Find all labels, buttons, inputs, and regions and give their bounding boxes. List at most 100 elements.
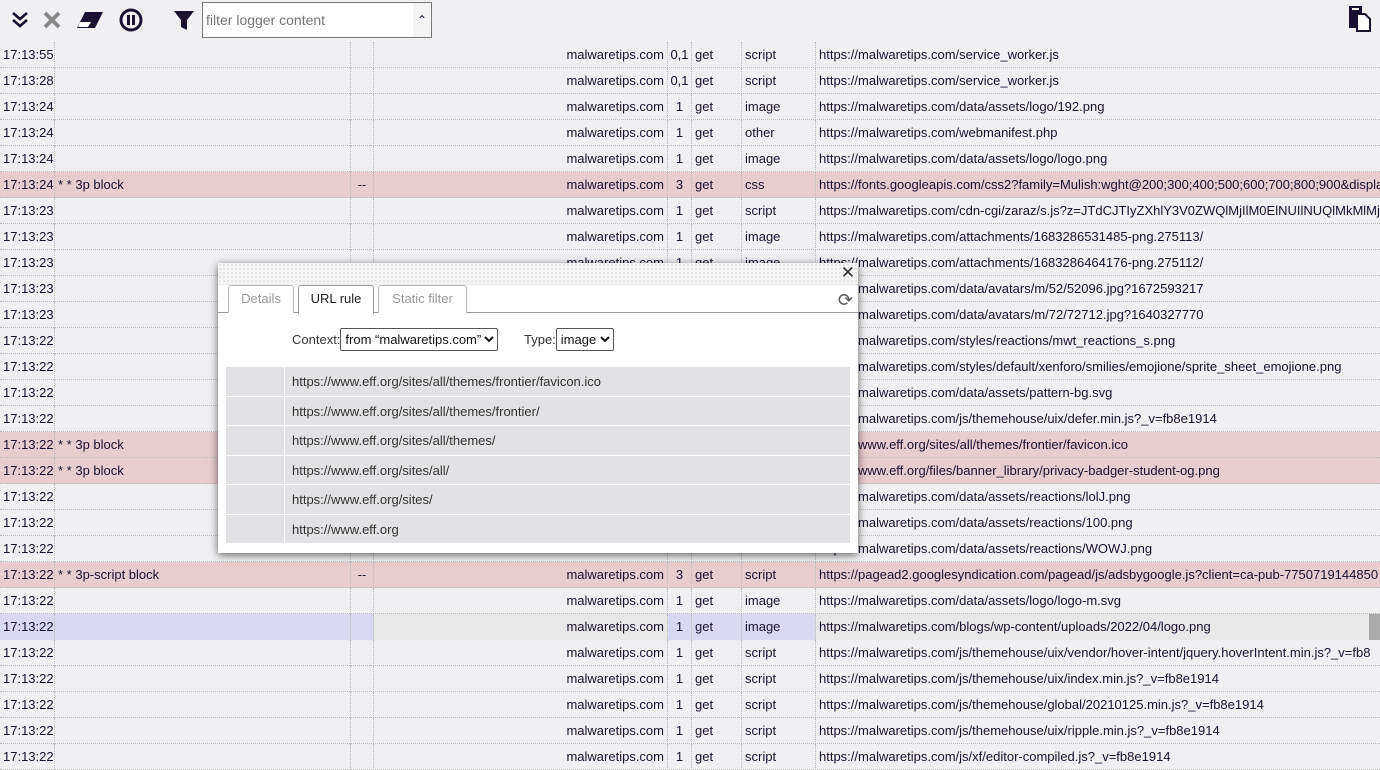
dialog-drag-handle[interactable]: ✕ [218, 263, 858, 285]
filter-input-box: ⌃ [202, 2, 432, 38]
filter-funnel-icon[interactable] [170, 6, 198, 34]
table-row[interactable]: 17:13:23 malwaretips.com1getimagehttps://… [0, 224, 1380, 250]
rule-action-cell[interactable] [226, 367, 285, 396]
cell-url: https://www.eff.org/files/banner_library… [819, 463, 1220, 478]
table-row[interactable]: 17:13:22 malwaretips.com 1 get script https:/… [0, 718, 1380, 744]
cell-list [351, 198, 374, 224]
cell-method: get [692, 744, 742, 770]
table-row[interactable]: 17:13:55 malwaretips.com 0,1 get script https… [0, 42, 1380, 68]
type-select[interactable]: image [555, 328, 614, 351]
clipboard-copy-icon[interactable] [1346, 4, 1374, 32]
cell-filter [55, 692, 351, 718]
rule-url[interactable]: https://www.eff.org/sites/all/ [285, 456, 850, 485]
tab-static-filter[interactable]: Static filter [378, 285, 467, 313]
cell-time: 17:13:22 [0, 666, 55, 692]
table-row[interactable]: 17:13:24 * * 3p block -- malwaretips.com 3 ge… [0, 172, 1380, 198]
table-row[interactable]: 17:13:24 malwaretips.com 1 get other https://… [0, 120, 1380, 146]
cell-type: css [742, 172, 816, 198]
cell-time: 17:13:22 [0, 562, 55, 588]
rule-action-cell[interactable] [226, 514, 285, 543]
cell-type: image [742, 146, 816, 172]
cell-filter [55, 68, 351, 94]
rule-url[interactable]: https://www.eff.org [285, 515, 850, 544]
cell-domain: malwaretips.com [374, 42, 668, 68]
eraser-icon[interactable] [76, 6, 104, 34]
url-rule-item[interactable]: https://www.eff.org/sites/all/ [226, 455, 850, 485]
rule-action-cell[interactable] [226, 455, 285, 484]
table-row[interactable]: 17:13:24 malwaretips.com 1 get image https://… [0, 146, 1380, 172]
cell-filter [55, 120, 351, 146]
url-rule-item[interactable]: https://www.eff.org/sites/all/themes/fro… [226, 396, 850, 426]
url-rule-item[interactable]: https://www.eff.org [226, 514, 850, 544]
cell-url: https://fonts.googleapis.com/css2?family… [819, 177, 1380, 192]
scrollbar-thumb[interactable] [1369, 614, 1380, 640]
cell-party: 1 [668, 718, 692, 744]
cell-type: image [742, 614, 816, 640]
chevron-up-icon[interactable]: ⌃ [413, 3, 431, 37]
cell-type: image [742, 94, 816, 120]
cell-type: script [742, 42, 816, 68]
rule-url[interactable]: https://www.eff.org/sites/all/themes/fro… [285, 397, 850, 426]
cell-method: get [692, 42, 742, 68]
cell-method: get [692, 198, 742, 224]
cell-list [351, 614, 374, 640]
rule-url[interactable]: https://www.eff.org/sites/ [285, 485, 850, 514]
cell-time: 17:13:24 [0, 172, 55, 198]
refresh-icon[interactable]: ⟳ [838, 290, 853, 311]
table-row[interactable]: 17:13:24 malwaretips.com 1 get image https://… [0, 94, 1380, 120]
cell-party: 1 [668, 614, 692, 640]
cell-method: get [692, 614, 742, 640]
table-row[interactable]: 17:13:23 malwaretips.com 1 get script https:/… [0, 198, 1380, 224]
cell-url: https://malwaretips.com/js/themehouse/ui… [819, 723, 1220, 738]
cell-url: https://malwaretips.com/js/themehouse/ui… [819, 645, 1371, 660]
rule-action-cell[interactable] [226, 396, 285, 425]
cell-list [351, 94, 374, 120]
context-select[interactable]: from “malwaretips.com” [340, 328, 499, 351]
table-row[interactable]: 17:13:22 * * 3p-script block -- malwaretips… [0, 562, 1380, 588]
table-row[interactable]: 17:13:28 malwaretips.com 0,1 get script https… [0, 68, 1380, 94]
cell-time: 17:13:22 [0, 458, 55, 484]
rule-url[interactable]: https://www.eff.org/sites/all/themes/ [285, 426, 850, 455]
tab-details[interactable]: Details [228, 285, 294, 313]
filter-input[interactable] [203, 3, 413, 37]
table-row[interactable]: 17:13:22 malwaretips.com 1 get script https:/… [0, 744, 1380, 770]
table-row[interactable]: 17:13:22 malwaretips.com 1 get image https://… [0, 614, 1380, 640]
close-x-icon[interactable] [38, 6, 66, 34]
cell-method: get [692, 68, 742, 94]
table-row[interactable]: 17:13:22 malwaretips.com 1 get image https://… [0, 588, 1380, 614]
cell-time: 17:13:22 [0, 640, 55, 666]
cell-list: -- [351, 562, 374, 588]
cell-filter [55, 42, 351, 68]
rule-action-cell[interactable] [226, 426, 285, 455]
double-chevron-down-icon[interactable] [6, 6, 34, 34]
cell-url: https://malwaretips.com/webmanifest.php [819, 125, 1058, 140]
cell-time: 17:13:23 [0, 250, 55, 276]
table-row[interactable]: 17:13:22 malwaretips.com 1 get script https:/… [0, 692, 1380, 718]
cell-url: https://malwaretips.com/styles/default/x… [819, 359, 1342, 374]
tab-url-rule[interactable]: URL rule [298, 285, 374, 314]
cell-url: https://malwaretips.com/blogs/wp-content… [816, 614, 1380, 640]
cell-domain: malwaretips.com [374, 640, 668, 666]
table-row[interactable]: 17:13:22 malwaretips.com 1 get script https:/… [0, 666, 1380, 692]
rule-action-cell[interactable] [226, 485, 285, 514]
cell-filter [55, 744, 351, 770]
cell-filter [55, 94, 351, 120]
cell-list [351, 640, 374, 666]
cell-party: 1 [668, 640, 692, 666]
url-rule-item[interactable]: https://www.eff.org/sites/all/themes/fro… [226, 367, 850, 397]
pause-icon[interactable] [117, 6, 145, 34]
rule-url[interactable]: https://www.eff.org/sites/all/themes/fro… [285, 367, 850, 396]
cell-url: https://malwaretips.com/data/assets/logo… [819, 151, 1108, 166]
cell-type: script [742, 198, 816, 224]
cell-url: https://malwaretips.com/data/assets/reac… [819, 541, 1153, 556]
url-rule-item[interactable]: https://www.eff.org/sites/ [226, 485, 850, 515]
cell-filter [55, 640, 351, 666]
cell-party: 3 [668, 562, 692, 588]
cell-list [351, 744, 374, 770]
cell-url: https://malwaretips.com/service_worker.j… [819, 47, 1059, 62]
cell-type: script [742, 640, 816, 666]
url-rule-item[interactable]: https://www.eff.org/sites/all/themes/ [226, 426, 850, 456]
cell-time: 17:13:22 [0, 380, 55, 406]
close-icon[interactable]: ✕ [841, 263, 855, 283]
table-row[interactable]: 17:13:22 malwaretips.com 1 get script https:/… [0, 640, 1380, 666]
